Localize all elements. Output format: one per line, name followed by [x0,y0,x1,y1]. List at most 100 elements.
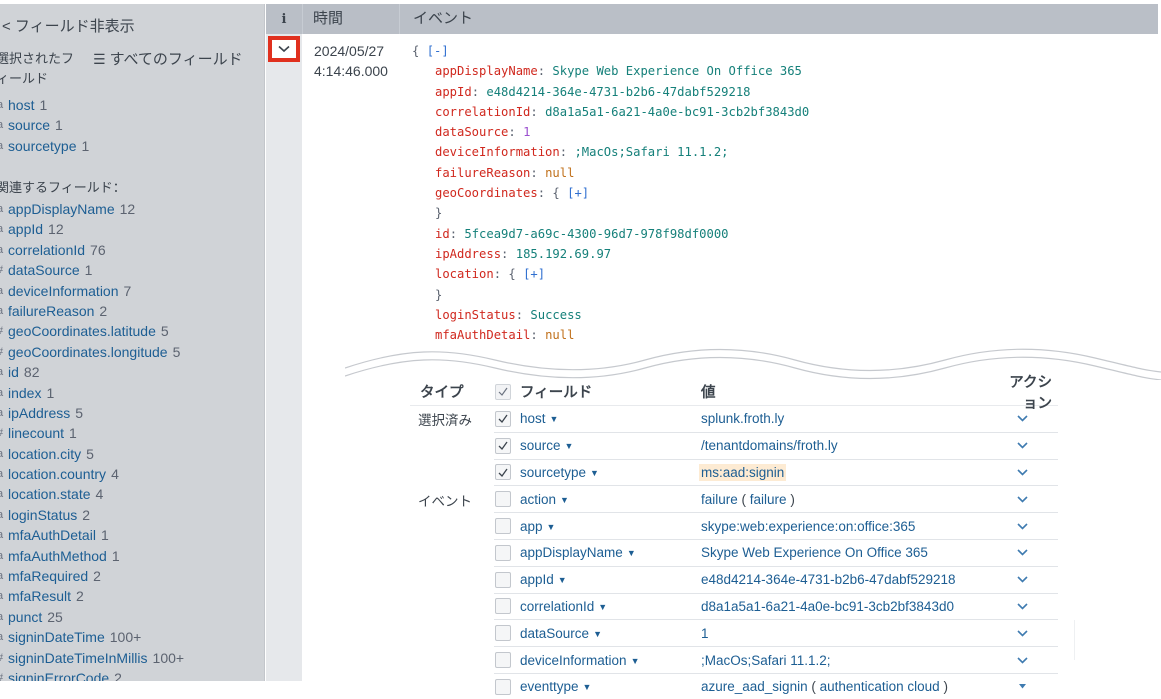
sidebar-field-deviceInformation[interactable]: adeviceInformation7 [0,281,264,301]
header-field: フィールド [520,385,593,401]
field-action-button[interactable] [1001,415,1058,423]
caret-down-icon: ▼ [564,441,574,452]
field-checkbox[interactable] [495,598,511,615]
field-type-icon: a [0,403,8,423]
json-expand-toggle[interactable]: [+] [523,267,545,281]
sidebar-field-ipAddress[interactable]: aipAddress5 [0,403,264,423]
field-action-button[interactable] [1001,523,1058,530]
sidebar-field-mfaAuthMethod[interactable]: amfaAuthMethod1 [0,546,264,566]
field-value-link[interactable]: e48d4214-364e-4731-b2b6-47dabf529218 [701,572,1001,587]
field-value-link[interactable]: Skype Web Experience On Office 365 [701,545,1001,560]
field-name-menu[interactable]: appDisplayName ▼ [520,545,701,560]
field-action-button[interactable] [1001,656,1058,664]
field-action-button[interactable] [1001,683,1058,690]
sidebar-field-mfaAuthDetail[interactable]: amfaAuthDetail1 [0,525,264,545]
field-action-button[interactable] [1001,549,1058,557]
field-name: host [8,97,35,113]
sidebar-field-location-state[interactable]: alocation.state4 [0,484,264,504]
json-key: deviceInformation [435,145,560,160]
sidebar-field-signinDateTimeInMillis[interactable]: #signinDateTimeInMillis100+ [0,648,264,668]
field-type-icon: # [0,260,8,280]
field-value-link[interactable]: ;MacOs;Safari 11.1.2; [701,653,1001,668]
all-fields-button[interactable]: ☰ すべてのフィールド [93,48,243,69]
json-expand-toggle[interactable]: [+] [567,186,589,200]
field-name-menu[interactable]: sourcetype ▼ [520,465,701,480]
field-name-menu[interactable]: action ▼ [520,492,701,507]
field-action-button[interactable] [1001,603,1058,610]
field-name: dataSource [520,625,590,641]
field-name-menu[interactable]: correlationId ▼ [520,599,701,614]
select-all-checkbox[interactable] [495,383,511,400]
sidebar-field-signinErrorCode[interactable]: #signinErrorCode 2 [0,668,264,681]
field-value-link[interactable]: failure ( failure ) [701,492,1001,507]
field-value-link[interactable]: ms:aad:signin [699,463,1001,481]
field-value-link[interactable]: skype:web:experience:on:office:365 [701,519,1001,534]
column-header-time[interactable]: 時間 [302,4,399,34]
field-checkbox[interactable] [495,518,511,535]
sidebar-field-appId[interactable]: aappId12 [0,219,264,239]
sidebar-field-signinDateTime[interactable]: asigninDateTime100+ [0,627,264,647]
sidebar-field-loginStatus[interactable]: aloginStatus2 [0,505,264,525]
field-action-button[interactable] [1001,496,1058,503]
sidebar-field-sourcetype[interactable]: asourcetype1 [0,136,264,156]
field-row-dataSource: dataSource ▼ 1 [410,620,1058,648]
field-checkbox[interactable] [495,491,511,508]
sidebar-field-correlationId[interactable]: acorrelationId76 [0,240,264,260]
field-type-icon: # [0,668,8,681]
field-value-link[interactable]: 1 [701,626,1001,641]
field-name-menu[interactable]: deviceInformation ▼ [520,653,701,668]
sidebar-field-failureReason[interactable]: afailureReason2 [0,301,264,321]
field-row-correlationId: correlationId ▼ d8a1a5a1-6a21-4a0e-bc91-3c… [410,594,1058,621]
field-checkbox[interactable] [495,571,511,588]
field-checkbox[interactable] [495,437,511,454]
field-value-link[interactable]: azure_aad_signin ( authentication cloud … [701,679,1001,694]
sidebar-field-linecount[interactable]: #linecount1 [0,423,264,443]
field-name-menu[interactable]: app ▼ [520,519,701,534]
sidebar-field-location-city[interactable]: alocation.city5 [0,444,264,464]
field-count: 5 [75,404,84,421]
field-value-link[interactable]: /tenantdomains/froth.ly [701,438,1001,453]
field-name-menu[interactable]: eventtype ▼ [520,679,701,694]
sidebar-field-index[interactable]: aindex1 [0,383,264,403]
event-expand-button[interactable] [268,36,300,62]
sidebar-field-appDisplayName[interactable]: aappDisplayName12 [0,199,264,219]
field-action-button[interactable] [1001,576,1058,583]
field-checkbox[interactable] [495,544,511,561]
field-value: 1 [701,625,709,641]
sidebar-field-geoCoordinates-longitude[interactable]: #geoCoordinates.longitude5 [0,342,264,362]
field-checkbox[interactable] [495,625,511,642]
field-value-link[interactable]: splunk.froth.ly [701,411,1001,426]
field-name-menu[interactable]: source ▼ [520,438,701,453]
chevron-down-icon [1017,576,1028,583]
sidebar-field-id[interactable]: aid82 [0,362,264,382]
field-name-menu[interactable]: host ▼ [520,411,701,426]
field-value-link[interactable]: d8a1a5a1-6a21-4a0e-bc91-3cb2bf3843d0 [701,599,1001,614]
field-action-button[interactable] [1001,442,1058,449]
field-checkbox[interactable] [495,678,511,695]
field-name-menu[interactable]: dataSource ▼ [520,626,701,641]
sidebar-field-source[interactable]: asource1 [0,115,264,135]
field-checkbox[interactable] [495,410,511,427]
field-count: 1 [81,137,90,154]
field-name-menu[interactable]: appId ▼ [520,572,701,587]
sidebar-field-mfaRequired[interactable]: amfaRequired2 [0,566,264,586]
sidebar-field-punct[interactable]: apunct25 [0,607,264,627]
caret-down-icon: ▼ [598,601,608,612]
field-value: ms:aad:signin [699,463,787,481]
json-collapse-toggle[interactable]: [-] [427,44,449,58]
sidebar-field-geoCoordinates-latitude[interactable]: #geoCoordinates.latitude5 [0,321,264,341]
sidebar-field-host[interactable]: ahost1 [0,95,264,115]
json-field-id: id: 5fcea9d7-a69c-4300-96d7-978f98df0000 [435,226,729,241]
field-checkbox[interactable] [495,652,511,669]
field-checkbox[interactable] [495,464,511,481]
hide-fields-button[interactable]: < フィールド非表示 [2,15,135,36]
sidebar-field-location-country[interactable]: alocation.country4 [0,464,264,484]
field-name: eventtype [520,679,579,695]
field-action-button[interactable] [1001,469,1058,476]
sidebar-field-dataSource[interactable]: #dataSource1 [0,260,264,280]
field-type-group [410,567,494,594]
field-type-group [410,594,494,621]
column-header-info: i [281,11,287,27]
sidebar-field-mfaResult[interactable]: amfaResult2 [0,586,264,606]
field-action-button[interactable] [1001,630,1058,637]
